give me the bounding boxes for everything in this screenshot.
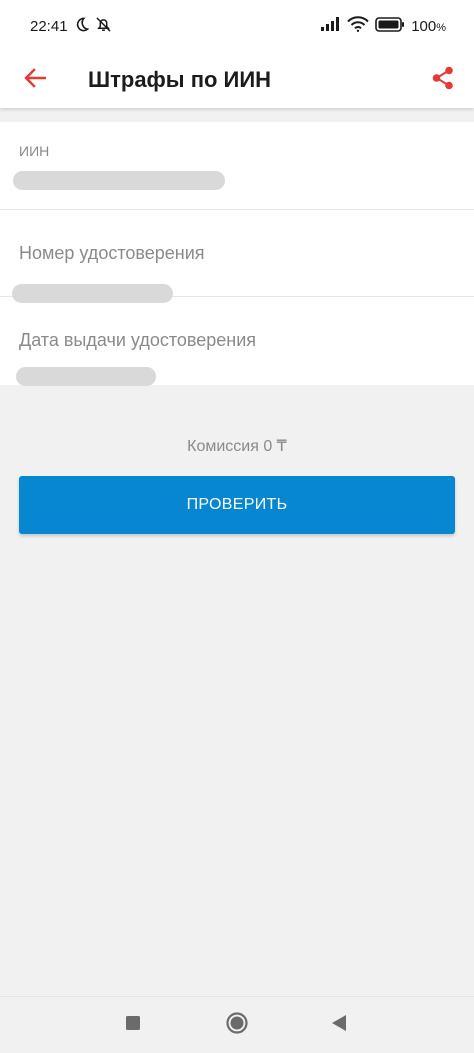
commission-text: Комиссия 0 ₸ [187, 438, 287, 455]
clock: 22:41 [30, 17, 68, 35]
back-icon [331, 1014, 347, 1037]
recent-apps-button[interactable] [105, 997, 161, 1053]
home-button[interactable] [209, 997, 265, 1053]
alarm-off-icon [95, 16, 112, 37]
battery-level: 100% [411, 17, 446, 35]
issue-date-field[interactable]: Дата выдачи удостоверения [0, 297, 474, 386]
wifi-icon [347, 16, 369, 36]
document-number-label: Номер удостоверения [19, 243, 205, 263]
recent-apps-icon [125, 1015, 141, 1036]
screen: 22:41 100% Штрафы по ИИН ИИН Номер удост… [0, 0, 474, 1053]
form: ИИН Номер удостоверения Дата выдачи удос… [0, 122, 474, 386]
signal-icon [321, 17, 341, 35]
app-bar: Штрафы по ИИН [0, 52, 474, 108]
share-button[interactable] [412, 52, 474, 108]
battery-icon [375, 16, 405, 36]
share-icon [432, 66, 454, 95]
issue-date-value-redacted [16, 367, 156, 386]
iin-field[interactable]: ИИН [0, 122, 474, 210]
arrow-left-icon [24, 67, 47, 93]
document-number-field[interactable]: Номер удостоверения [0, 210, 474, 303]
page-title: Штрафы по ИИН [88, 67, 272, 92]
iin-value-redacted [13, 171, 225, 190]
home-icon [225, 1011, 249, 1040]
iin-label: ИИН [19, 143, 50, 159]
check-button[interactable]: ПРОВЕРИТЬ [19, 476, 455, 534]
navigation-bar [0, 996, 474, 1053]
status-right: 100% [321, 16, 446, 36]
back-nav-button[interactable] [311, 997, 367, 1053]
back-button[interactable] [0, 52, 70, 108]
issue-date-label: Дата выдачи удостоверения [19, 330, 257, 350]
moon-icon [74, 17, 89, 36]
status-bar: 22:41 100% [0, 0, 474, 52]
status-left: 22:41 [30, 16, 112, 37]
